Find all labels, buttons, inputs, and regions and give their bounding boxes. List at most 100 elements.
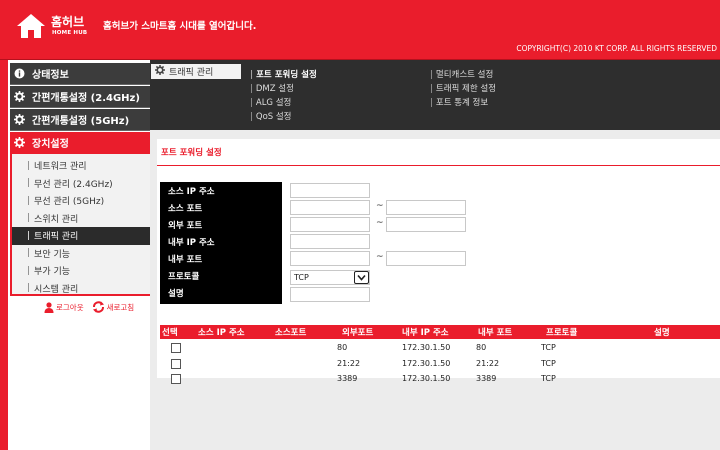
protocol-select[interactable]: TCP (290, 270, 370, 285)
tab-port-forwarding[interactable]: | 포트 포워딩 설정 (250, 68, 317, 80)
tab-alg[interactable]: | ALG 설정 (250, 96, 291, 108)
range-separator: ~ (376, 218, 384, 228)
port-forwarding-panel: 포트 포워딩 설정 소스 IP 주소 소스 포트 외부 포트 내부 IP 주소 … (157, 139, 720, 384)
refresh-button[interactable]: 새로고침 (92, 301, 135, 313)
description-input[interactable] (290, 287, 370, 302)
source-ip-input[interactable] (290, 183, 370, 198)
home-logo-icon[interactable] (16, 12, 46, 40)
column-header: 내부 포트 (478, 328, 513, 338)
submenu-item-traffic[interactable]: | 트래픽 관리 (12, 227, 152, 245)
column-header: 외부포트 (342, 328, 374, 338)
logout-button[interactable]: 로그아웃 (44, 301, 84, 313)
submenu-item-security[interactable]: | 보안 기능 (12, 245, 152, 263)
sidebar: 상태정보 간편개통설정 (2.4GHz) 간편개통설정 (5GHz) 장치설정 … (0, 60, 154, 450)
internal-port-end-input[interactable] (386, 251, 466, 266)
logo-subtitle: HOME HUB (52, 30, 88, 36)
tab-qos[interactable]: | QoS 설정 (250, 110, 292, 122)
cell-internal-port: 21:22 (476, 359, 500, 368)
submenu-item-wireless-5ghz[interactable]: | 무선 관리 (5GHz) (12, 192, 152, 210)
tab-label: 포트 포워딩 설정 (256, 70, 317, 80)
tagline: 홈허브가 스마트홈 시대를 열어갑니다. (103, 21, 257, 32)
sub-navigation: 트래픽 관리 | 포트 포워딩 설정 | DMZ 설정 | ALG 설정 | QoS 설… (150, 60, 720, 130)
tab-traffic-limit[interactable]: | 트래픽 제한 설정 (430, 82, 496, 94)
label-source-port: 소스 포트 (168, 204, 203, 214)
menu-device-settings[interactable]: 장치설정 (10, 132, 154, 154)
table-row: 3389 172.30.1.50 3389 TCP (160, 371, 720, 387)
label-protocol: 프로토콜 (168, 272, 200, 282)
protocol-value: TCP (294, 273, 309, 282)
submenu-item-wireless-24ghz[interactable]: | 무선 관리 (2.4GHz) (12, 175, 152, 193)
cell-protocol: TCP (541, 343, 556, 352)
cell-external-port: 80 (337, 343, 348, 352)
source-port-end-input[interactable] (386, 200, 466, 215)
user-icon (44, 301, 54, 313)
refresh-label: 새로고침 (106, 302, 135, 312)
tab-label: 트래픽 제한 설정 (435, 84, 497, 94)
submenu-label: 스위치 관리 (34, 214, 79, 225)
column-header: 소스 IP 주소 (198, 328, 245, 338)
cell-internal-port: 80 (476, 343, 487, 352)
menu-quick-setup-24ghz[interactable]: 간편개통설정 (2.4GHz) (10, 86, 154, 108)
tab-label: ALG 설정 (255, 98, 292, 108)
device-settings-submenu: | 네트워크 관리 | 무선 관리 (2.4GHz) | 무선 관리 (5GHz) |… (10, 152, 154, 296)
cell-internal-port: 3389 (476, 374, 497, 383)
label-internal-port: 내부 포트 (168, 255, 203, 265)
cell-external-port: 3389 (337, 374, 358, 383)
internal-port-start-input[interactable] (290, 251, 370, 266)
submenu-label: 무선 관리 (2.4GHz) (34, 179, 113, 190)
label-internal-ip: 내부 IP 주소 (168, 238, 215, 248)
internal-ip-input[interactable] (290, 234, 370, 249)
menu-status[interactable]: 상태정보 (10, 63, 154, 85)
tab-multicast[interactable]: | 멀티캐스트 설정 (430, 68, 493, 80)
cell-external-port: 21:22 (337, 359, 361, 368)
row-checkbox[interactable] (171, 343, 181, 353)
tab-port-statistics[interactable]: | 포트 통계 정보 (430, 96, 488, 108)
refresh-icon (92, 301, 104, 313)
column-header: 내부 IP 주소 (402, 328, 449, 338)
gear-icon (14, 137, 25, 148)
cell-internal-ip: 172.30.1.50 (402, 343, 451, 352)
column-header: 소스포트 (275, 328, 307, 338)
gear-icon (14, 91, 25, 102)
submenu-item-network[interactable]: | 네트워크 관리 (12, 157, 152, 175)
utility-links: 로그아웃 새로고침 (44, 300, 154, 314)
column-header: 선택 (162, 328, 178, 338)
submenu-item-extra[interactable]: | 부가 기능 (12, 262, 152, 280)
label-source-ip: 소스 IP 주소 (168, 187, 215, 197)
external-port-end-input[interactable] (386, 217, 466, 232)
column-header: 설명 (654, 328, 670, 338)
submenu-item-system[interactable]: | 시스템 관리 (12, 280, 152, 298)
menu-quick-setup-5ghz[interactable]: 간편개통설정 (5GHz) (10, 109, 154, 131)
menu-label: 간편개통설정 (2.4GHz) (32, 93, 140, 104)
row-checkbox[interactable] (171, 374, 181, 384)
logout-label: 로그아웃 (56, 302, 84, 312)
tab-label: 멀티캐스트 설정 (435, 70, 494, 80)
external-port-start-input[interactable] (290, 217, 370, 232)
current-section-label: 트래픽 관리 (169, 68, 214, 78)
table-row: 80 172.30.1.50 80 TCP (160, 340, 720, 356)
gear-icon (14, 114, 25, 125)
cell-protocol: TCP (541, 374, 556, 383)
tab-dmz[interactable]: | DMZ 설정 (250, 82, 294, 94)
submenu-label: 네트워크 관리 (34, 162, 87, 173)
submenu-item-switch[interactable]: | 스위치 관리 (12, 210, 152, 228)
range-separator: ~ (376, 201, 384, 211)
tab-label: 포트 통계 정보 (435, 98, 489, 108)
current-section-tab[interactable]: 트래픽 관리 (151, 64, 241, 79)
source-port-start-input[interactable] (290, 200, 370, 215)
rules-table-header: 선택 소스 IP 주소 소스포트 외부포트 내부 IP 주소 내부 포트 프로토… (160, 325, 720, 339)
submenu-label: 무선 관리 (5GHz) (34, 197, 105, 208)
column-header: 프로토콜 (546, 328, 578, 338)
main-content: 포트 포워딩 설정 소스 IP 주소 소스 포트 외부 포트 내부 IP 주소 … (150, 130, 720, 450)
submenu-label: 보안 기능 (34, 249, 71, 260)
info-icon (14, 68, 25, 79)
submenu-label: 시스템 관리 (34, 284, 79, 295)
form-label-column: 소스 IP 주소 소스 포트 외부 포트 내부 IP 주소 내부 포트 프로토콜… (160, 182, 282, 304)
menu-label: 상태정보 (32, 70, 69, 81)
copyright: COPYRIGHT(C) 2010 KT CORP. ALL RIGHTS RE… (516, 44, 717, 53)
chevron-down-icon[interactable] (354, 271, 369, 284)
label-external-port: 외부 포트 (168, 221, 203, 231)
row-checkbox[interactable] (171, 359, 181, 369)
logo-name: 홈허브 (51, 15, 85, 29)
gear-icon (155, 65, 165, 78)
